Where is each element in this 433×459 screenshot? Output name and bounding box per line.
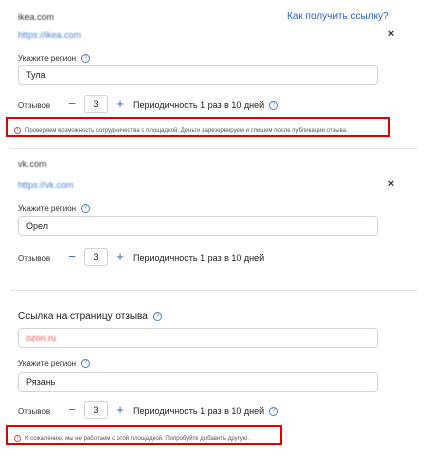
decrement-button-2[interactable]: −: [66, 250, 78, 264]
reviews-count-2[interactable]: 3: [84, 248, 108, 266]
region-input-3[interactable]: Рязань: [18, 372, 378, 392]
period-text: Периодичность 1 раз в 10 дней: [133, 100, 265, 110]
period-1: Периодичность 1 раз в 10 дней?: [133, 100, 279, 111]
region-label-3: Укажите регион?: [18, 359, 91, 369]
region-label-2: Укажите регион?: [18, 204, 91, 214]
reviews-label-2: Отзывов: [18, 254, 51, 263]
reviews-label-1: Отзывов: [18, 101, 51, 110]
increment-button-2[interactable]: +: [114, 250, 126, 264]
review-link-input[interactable]: ozon.ru: [18, 328, 378, 348]
notice-text: Проверяем возможность сотрудничества с п…: [25, 128, 348, 134]
reviews-label-3: Отзывов: [18, 407, 51, 416]
region-label-text: Укажите регион: [18, 204, 77, 213]
source-domain-2: vk.com: [18, 159, 47, 169]
increment-button-3[interactable]: +: [114, 403, 126, 417]
region-input-1[interactable]: Тула: [18, 65, 378, 85]
close-icon[interactable]: ×: [385, 28, 397, 40]
reviews-count-3[interactable]: 3: [84, 401, 108, 419]
review-link-label-text: Ссылка на страницу отзыва: [18, 311, 148, 322]
question-icon[interactable]: ?: [81, 359, 91, 369]
notice-3: i К сожалению, мы не работаем с этой площ…: [14, 434, 249, 442]
how-to-get-link[interactable]: Как получить ссылку?: [287, 11, 389, 22]
divider: [10, 148, 418, 149]
reviews-count-1[interactable]: 3: [84, 95, 108, 113]
question-icon[interactable]: ?: [269, 101, 279, 111]
region-label-text: Укажите регион: [18, 54, 77, 63]
notice-box-1: i Проверяем возможность сотрудничества с …: [6, 117, 390, 137]
question-icon[interactable]: ?: [152, 311, 162, 321]
period-3: Периодичность 1 раз в 10 дней?: [133, 406, 279, 417]
increment-button-1[interactable]: +: [114, 97, 126, 111]
notice-text: К сожалению, мы не работаем с этой площа…: [25, 436, 249, 442]
period-2: Периодичность 1 раз в 10 дней: [133, 253, 265, 263]
decrement-button-3[interactable]: −: [66, 403, 78, 417]
notice-1: i Проверяем возможность сотрудничества с …: [14, 126, 348, 134]
info-icon: i: [14, 126, 21, 134]
region-label-text: Укажите регион: [18, 359, 77, 368]
source-url-2[interactable]: https://vk.com: [18, 180, 74, 190]
question-icon[interactable]: ?: [81, 204, 91, 214]
region-label-1: Укажите регион?: [18, 54, 91, 64]
question-icon[interactable]: ?: [81, 54, 91, 64]
source-domain-1: ikea.com: [18, 12, 55, 22]
review-link-value: ozon.ru: [26, 333, 57, 343]
close-icon[interactable]: ×: [385, 178, 397, 190]
source-url-1[interactable]: https://ikea.com: [18, 30, 81, 40]
error-icon: i: [14, 434, 21, 442]
divider: [10, 290, 418, 291]
question-icon[interactable]: ?: [269, 407, 279, 417]
region-input-2[interactable]: Орел: [18, 216, 378, 236]
period-text: Периодичность 1 раз в 10 дней: [133, 406, 265, 416]
decrement-button-1[interactable]: −: [66, 97, 78, 111]
review-link-label: Ссылка на страницу отзыва?: [18, 311, 162, 322]
notice-box-3: i К сожалению, мы не работаем с этой площ…: [6, 425, 282, 445]
